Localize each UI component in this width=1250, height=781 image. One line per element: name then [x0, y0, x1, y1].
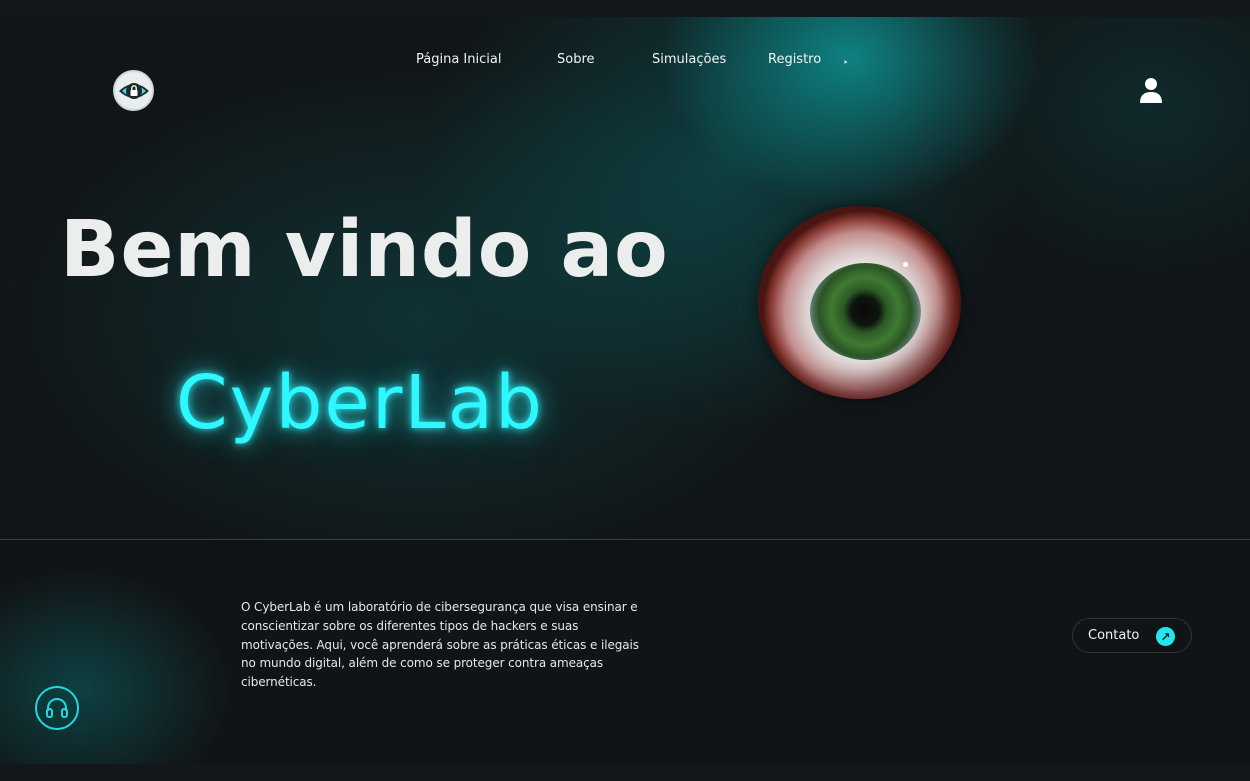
eyeball-iris	[810, 263, 921, 360]
page: Página Inicial Sobre Simulações Registro…	[0, 0, 1250, 781]
eye-lock-icon	[118, 82, 149, 99]
contact-button[interactable]: Contato ↗	[1072, 618, 1192, 653]
support-button[interactable]	[35, 686, 79, 730]
arrow-up-right-icon: ↗	[1156, 627, 1175, 646]
nav-item-simulations[interactable]: Simulações	[652, 52, 726, 67]
eyeball-glint	[903, 262, 908, 267]
caret-icon[interactable]	[844, 60, 848, 64]
headphones-icon	[46, 698, 68, 718]
nav-item-register[interactable]: Registro	[768, 52, 821, 67]
user-icon[interactable]	[1139, 77, 1163, 103]
hero-title: Bem vindo ao	[60, 205, 669, 295]
hero-brand-title: CyberLab	[176, 360, 544, 446]
logo[interactable]	[113, 70, 154, 111]
about-description: O CyberLab é um laboratório de cibersegu…	[241, 600, 639, 690]
bottom-strip	[0, 764, 1250, 781]
nav-item-about[interactable]: Sobre	[557, 52, 595, 67]
top-strip	[0, 0, 1250, 17]
contact-button-label: Contato	[1088, 628, 1140, 643]
nav-item-home[interactable]: Página Inicial	[416, 52, 501, 67]
